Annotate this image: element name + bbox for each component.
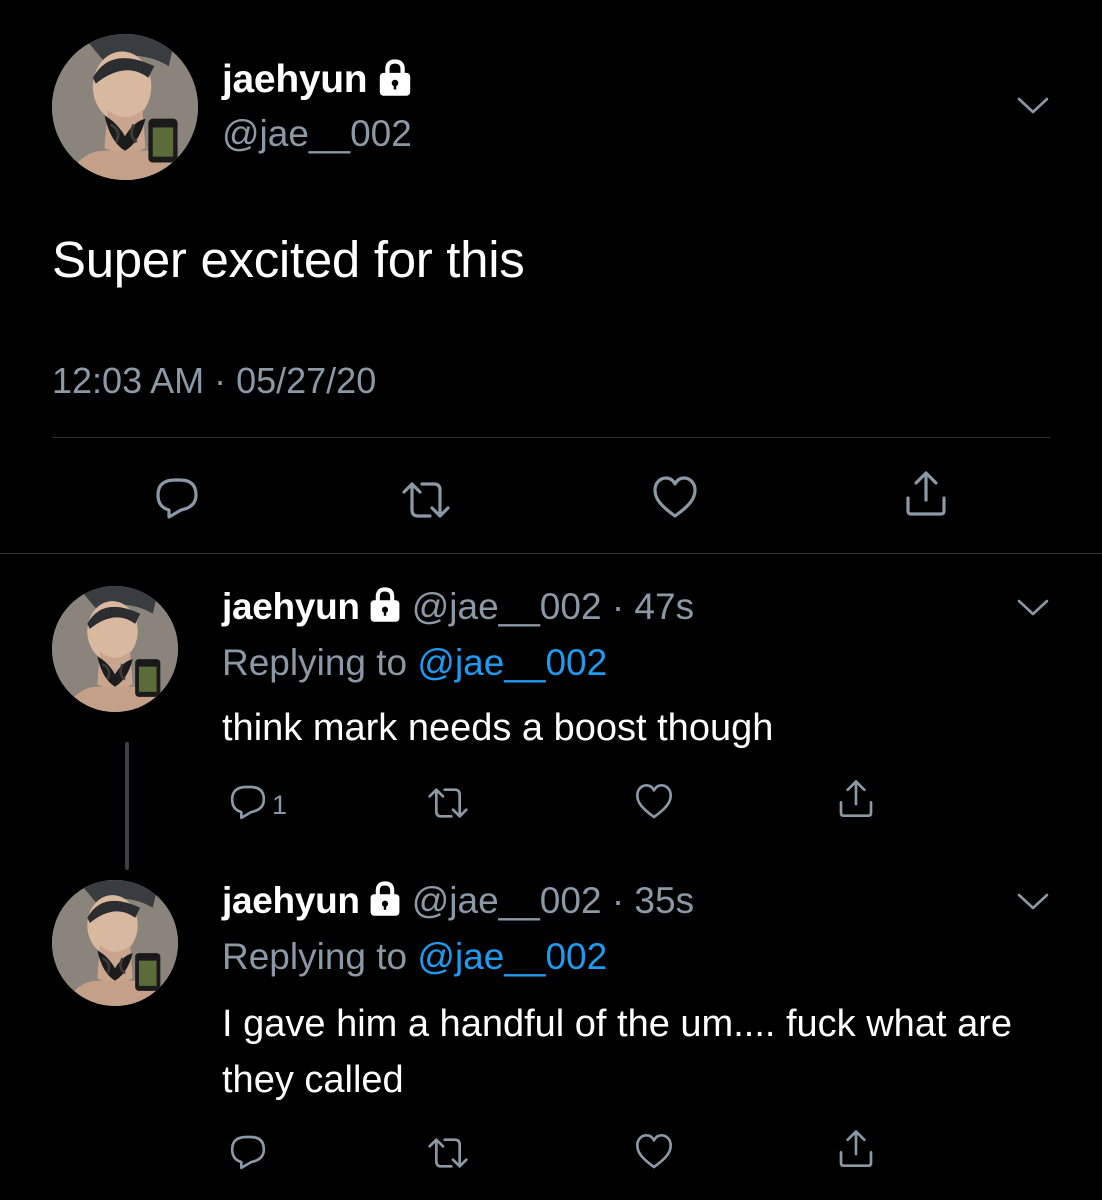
- reply-button[interactable]: [153, 474, 201, 522]
- replying-to-label: Replying to: [222, 936, 408, 977]
- share-button[interactable]: [836, 779, 876, 819]
- display-name[interactable]: jaehyun: [222, 586, 360, 627]
- retweet-icon: [397, 476, 455, 524]
- reply-button[interactable]: [228, 1132, 268, 1172]
- replying-to-label: Replying to: [222, 642, 408, 683]
- like-button[interactable]: [651, 474, 699, 522]
- like-icon: [634, 1132, 674, 1172]
- share-button[interactable]: [902, 470, 950, 518]
- reply-icon: [228, 782, 268, 822]
- reply-button[interactable]: 1: [228, 782, 287, 822]
- chevron-down-icon[interactable]: [1016, 96, 1050, 116]
- display-name[interactable]: jaehyun: [222, 880, 360, 921]
- replying-to: Replying to @jae__002: [222, 642, 607, 684]
- handle-time: @jae__002 · 47s: [411, 586, 695, 627]
- display-name-label: jaehyun: [222, 58, 368, 101]
- share-button[interactable]: [836, 1129, 876, 1169]
- divider: [0, 553, 1102, 554]
- retweet-button[interactable]: [424, 783, 472, 823]
- reply-count: 1: [272, 789, 288, 820]
- reply-icon: [228, 1132, 268, 1172]
- avatar[interactable]: [52, 586, 178, 712]
- share-icon: [836, 779, 876, 819]
- chevron-down-icon[interactable]: [1016, 598, 1050, 618]
- divider: [52, 437, 1050, 438]
- replying-to: Replying to @jae__002: [222, 936, 607, 978]
- share-icon: [836, 1129, 876, 1169]
- user-handle[interactable]: @jae__002: [222, 113, 412, 155]
- mention-link[interactable]: @jae__002: [417, 936, 607, 977]
- avatar[interactable]: [52, 880, 178, 1006]
- thread-line: [125, 742, 129, 870]
- tweet-text: think mark needs a boost though: [222, 707, 774, 749]
- retweet-button[interactable]: [424, 1133, 472, 1173]
- chevron-down-icon[interactable]: [1016, 892, 1050, 912]
- retweet-icon: [424, 1133, 472, 1173]
- reply-header: jaehyun @jae__002 · 47s: [222, 586, 694, 628]
- reply-icon: [153, 474, 201, 522]
- reply-header: jaehyun @jae__002 · 35s: [222, 880, 694, 922]
- like-button[interactable]: [634, 782, 674, 822]
- lock-icon: [368, 587, 402, 623]
- display-name[interactable]: jaehyun: [222, 58, 413, 102]
- share-icon: [902, 470, 950, 518]
- avatar[interactable]: [52, 34, 198, 180]
- like-icon: [651, 474, 699, 522]
- retweet-icon: [424, 783, 472, 823]
- handle-time: @jae__002 · 35s: [411, 880, 695, 921]
- mention-link[interactable]: @jae__002: [417, 642, 607, 683]
- tweet-text: Super excited for this: [52, 231, 525, 288]
- tweet-timestamp[interactable]: 12:03 AM · 05/27/20: [52, 360, 376, 402]
- retweet-button[interactable]: [397, 476, 455, 524]
- lock-icon: [377, 59, 413, 97]
- like-button[interactable]: [634, 1132, 674, 1172]
- lock-icon: [368, 881, 402, 917]
- like-icon: [634, 782, 674, 822]
- tweet-text: I gave him a handful of the um.... fuck …: [222, 1003, 1012, 1101]
